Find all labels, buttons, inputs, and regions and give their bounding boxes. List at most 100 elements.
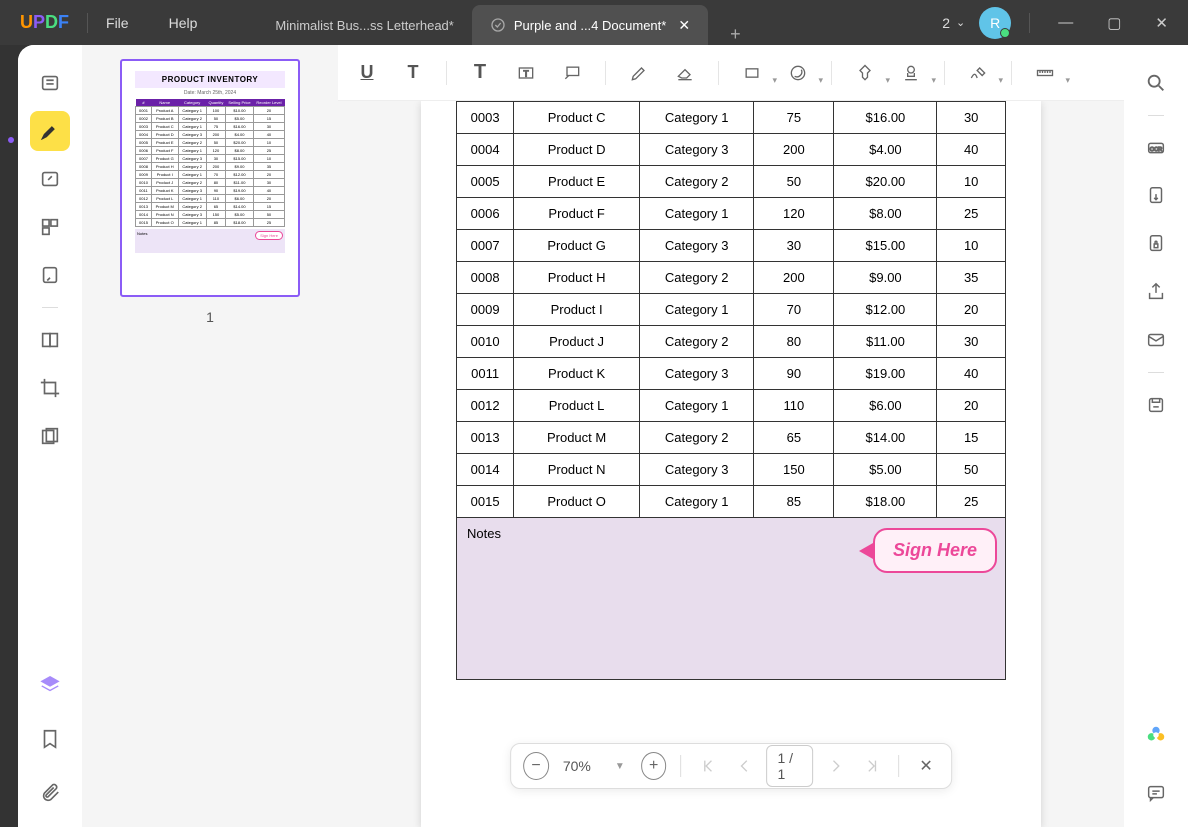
- close-bar-button[interactable]: ✕: [913, 752, 939, 780]
- table-row: 0005Product ECategory 250$20.0010: [457, 166, 1006, 198]
- save-button[interactable]: [1136, 385, 1176, 425]
- separator: [446, 61, 447, 85]
- close-icon[interactable]: ✕: [678, 17, 690, 34]
- table-row: 0009Product ICategory 170$12.0020: [457, 294, 1006, 326]
- redact-tool[interactable]: [30, 416, 70, 456]
- titlebar: UPDF File Help Minimalist Bus...ss Lette…: [0, 0, 1188, 45]
- protect-button[interactable]: [1136, 224, 1176, 264]
- callout-tool[interactable]: [553, 54, 591, 92]
- table-row: 0015Product OCategory 185$18.0025: [457, 486, 1006, 518]
- zoom-in-button[interactable]: +: [641, 752, 667, 780]
- reader-tool[interactable]: [30, 63, 70, 103]
- signature-tool[interactable]: [959, 54, 997, 92]
- separator: [1148, 115, 1164, 116]
- bookmark-button[interactable]: [30, 719, 70, 759]
- thumb-notes: Notes Sign Here: [135, 229, 285, 253]
- measure-tool[interactable]: [1026, 54, 1064, 92]
- divider: [1029, 13, 1030, 33]
- last-page-button[interactable]: [859, 752, 885, 780]
- left-rail: [18, 45, 82, 827]
- edit-tool[interactable]: [30, 159, 70, 199]
- separator: [42, 307, 58, 308]
- table-row: 0010Product JCategory 280$11.0030: [457, 326, 1006, 358]
- first-page-button[interactable]: [695, 752, 721, 780]
- comment-button[interactable]: [1136, 773, 1176, 813]
- avatar[interactable]: R: [979, 7, 1011, 39]
- indicator-dot: [8, 137, 14, 143]
- text-tool[interactable]: T: [461, 54, 499, 92]
- separator: [681, 755, 682, 777]
- highlight-tool[interactable]: [30, 111, 70, 151]
- shape-tool[interactable]: [733, 54, 771, 92]
- divider: [87, 13, 88, 33]
- thumb-table: #NameCategoryQuantitySelling PriceReorde…: [135, 99, 285, 227]
- form-tool[interactable]: [30, 255, 70, 295]
- app-logo: UPDF: [20, 12, 69, 33]
- stamp-tool[interactable]: [892, 54, 930, 92]
- compare-tool[interactable]: [30, 320, 70, 360]
- new-tab-button[interactable]: +: [720, 24, 751, 45]
- pdf-page: 0003Product CCategory 175$16.00300004Pro…: [421, 101, 1041, 827]
- crop-tool[interactable]: [30, 368, 70, 408]
- separator: [718, 61, 719, 85]
- chevron-down-icon: ⌄: [956, 16, 965, 29]
- separator: [898, 755, 899, 777]
- bottom-bar: − 70% ▼ + 1 / 1 ✕: [510, 743, 952, 789]
- notes-label: Notes: [467, 526, 501, 541]
- menu-help[interactable]: Help: [169, 15, 198, 31]
- zoom-chevron-icon[interactable]: ▼: [615, 761, 625, 772]
- search-button[interactable]: [1136, 63, 1176, 103]
- zoom-out-button[interactable]: −: [523, 752, 549, 780]
- underline-tool[interactable]: U: [348, 54, 386, 92]
- table-row: 0006Product FCategory 1120$8.0025: [457, 198, 1006, 230]
- table-row: 0014Product NCategory 3150$5.0050: [457, 454, 1006, 486]
- notification-count[interactable]: 2 ⌄: [942, 15, 965, 31]
- page-thumbnail[interactable]: PRODUCT INVENTORY Date: March 25th, 2024…: [120, 59, 300, 297]
- arrow-left-icon: [859, 543, 873, 559]
- thumb-title: PRODUCT INVENTORY: [135, 71, 285, 88]
- thumb-sign-here: Sign Here: [255, 231, 283, 240]
- svg-text:T: T: [523, 68, 528, 78]
- inventory-table: 0003Product CCategory 175$16.00300004Pro…: [456, 101, 1006, 518]
- prev-page-button[interactable]: [731, 752, 757, 780]
- textbox-tool[interactable]: T: [507, 54, 545, 92]
- thumbnail-page-number: 1: [206, 309, 214, 325]
- tab-purple[interactable]: Purple and ...4 Document* ✕: [472, 5, 708, 45]
- tab-minimalist[interactable]: Minimalist Bus...ss Letterhead*: [257, 5, 471, 45]
- text-style-tool[interactable]: T: [394, 54, 432, 92]
- pin-tool[interactable]: [846, 54, 884, 92]
- table-row: 0004Product DCategory 3200$4.0040: [457, 134, 1006, 166]
- attachment-button[interactable]: [30, 773, 70, 813]
- separator: [605, 61, 606, 85]
- share-button[interactable]: [1136, 272, 1176, 312]
- toolbar: U T T T: [338, 45, 1124, 101]
- minimize-button[interactable]: —: [1048, 8, 1083, 37]
- pencil-tool[interactable]: [620, 54, 658, 92]
- document-icon: [490, 17, 506, 33]
- table-row: 0008Product HCategory 2200$9.0035: [457, 262, 1006, 294]
- sticker-tool[interactable]: [779, 54, 817, 92]
- app-body: PRODUCT INVENTORY Date: March 25th, 2024…: [18, 45, 1188, 827]
- zoom-value: 70%: [559, 758, 595, 774]
- next-page-button[interactable]: [823, 752, 849, 780]
- window-controls: 2 ⌄ R — ▢ ✕: [942, 7, 1178, 39]
- organize-tool[interactable]: [30, 207, 70, 247]
- layers-button[interactable]: [30, 665, 70, 705]
- table-row: 0013Product MCategory 265$14.0015: [457, 422, 1006, 454]
- convert-button[interactable]: [1136, 176, 1176, 216]
- email-button[interactable]: [1136, 320, 1176, 360]
- ocr-button[interactable]: OCR: [1136, 128, 1176, 168]
- table-row: 0007Product GCategory 330$15.0010: [457, 230, 1006, 262]
- close-button[interactable]: ✕: [1145, 8, 1178, 38]
- sign-here-stamp[interactable]: Sign Here: [873, 528, 997, 573]
- document-view[interactable]: 0003Product CCategory 175$16.00300004Pro…: [338, 101, 1124, 827]
- maximize-button[interactable]: ▢: [1097, 8, 1131, 38]
- menu-file[interactable]: File: [106, 15, 129, 31]
- separator: [1148, 372, 1164, 373]
- page-indicator[interactable]: 1 / 1: [766, 745, 813, 787]
- tab-label: Minimalist Bus...ss Letterhead*: [275, 18, 453, 33]
- separator: [944, 61, 945, 85]
- thumbnail-panel: PRODUCT INVENTORY Date: March 25th, 2024…: [82, 45, 338, 827]
- eraser-tool[interactable]: [666, 54, 704, 92]
- ai-button[interactable]: [1136, 715, 1176, 755]
